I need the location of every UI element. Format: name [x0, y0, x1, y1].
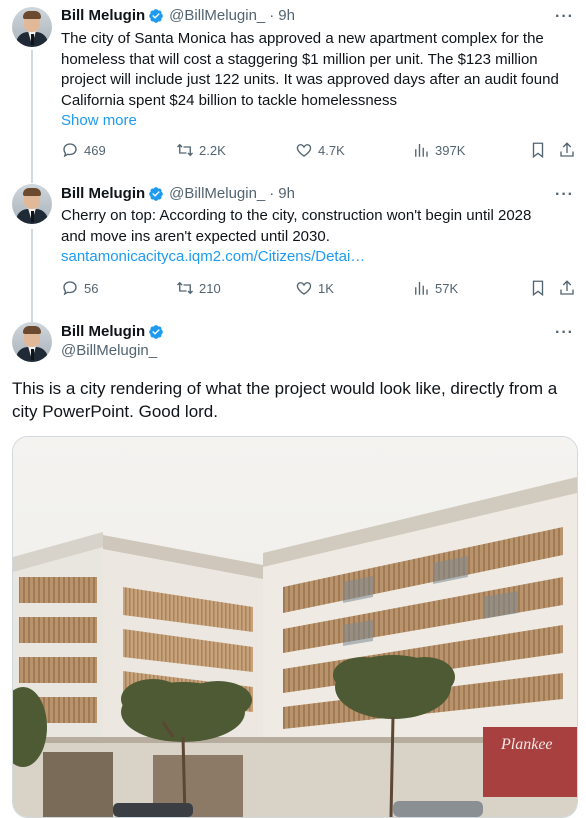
author-handle[interactable]: @BillMelugin_ — [169, 185, 265, 202]
view-count: 57K — [435, 280, 459, 296]
bookmark-icon — [532, 280, 544, 297]
timestamp[interactable]: 9h — [278, 7, 295, 24]
heart-icon — [296, 282, 312, 295]
verified-badge-icon — [149, 8, 164, 23]
author-name[interactable]: Bill Melugin — [61, 7, 145, 24]
tweet-text-line: Cherry on top: According to the city, co… — [61, 207, 532, 224]
reply-button[interactable]: 56 — [61, 279, 98, 297]
like-button[interactable]: 4.7K — [295, 141, 345, 159]
tweet-text-line: The city of Santa Monica has approved a … — [61, 30, 544, 47]
share-icon — [560, 280, 574, 295]
tweet-text-line: This is a city rendering of what the pro… — [12, 379, 558, 398]
storefront-sign: Plankee — [500, 736, 553, 753]
author-name[interactable]: Bill Melugin — [61, 323, 145, 340]
separator-dot: · — [269, 7, 275, 24]
like-count: 1K — [318, 280, 334, 296]
repost-count: 2.2K — [199, 142, 226, 158]
tweet-actions: 56 210 1K 57K — [61, 279, 576, 301]
bookmark-button[interactable] — [529, 279, 552, 297]
reply-count: 469 — [84, 142, 106, 158]
views-button[interactable]: 57K — [412, 279, 458, 297]
thread-line — [31, 50, 33, 175]
avatar[interactable] — [12, 322, 52, 362]
bookmark-button[interactable] — [529, 141, 552, 159]
tweet-text-line: project will include just 122 units. It … — [61, 71, 559, 88]
share-icon — [560, 142, 574, 157]
thread-line — [31, 310, 33, 322]
analytics-icon — [415, 282, 428, 295]
author-name[interactable]: Bill Melugin — [61, 185, 145, 202]
author-handle[interactable]: @BillMelugin_ — [169, 7, 265, 24]
tweet-text: This is a city rendering of what the pro… — [12, 377, 582, 423]
views-button[interactable]: 397K — [412, 141, 465, 159]
verified-badge-icon — [149, 186, 164, 201]
more-options-icon[interactable]: ··· — [555, 8, 574, 26]
tweet-text-line: and move ins aren't expected until 2030. — [61, 227, 330, 245]
avatar[interactable] — [12, 7, 52, 47]
reply-icon — [63, 281, 77, 296]
analytics-icon — [415, 144, 428, 157]
tweet-header: Bill Melugin @BillMelugin_ · 9h — [61, 185, 295, 202]
tweet-text: The city of Santa Monica has approved a … — [61, 29, 581, 132]
repost-button[interactable]: 2.2K — [176, 141, 226, 159]
tweet-2[interactable]: Bill Melugin @BillMelugin_ · 9h ··· Cher… — [0, 175, 586, 310]
tweet-header: Bill Melugin @BillMelugin_ — [61, 323, 164, 359]
like-button[interactable]: 1K — [295, 279, 334, 297]
thread-line — [31, 175, 33, 183]
separator-dot: · — [269, 185, 275, 202]
show-more-link[interactable]: Show more — [61, 111, 581, 132]
more-options-icon[interactable]: ··· — [555, 186, 574, 204]
timestamp[interactable]: 9h — [278, 185, 295, 202]
thread-line — [31, 229, 33, 310]
repost-icon — [177, 143, 193, 157]
reply-icon — [63, 143, 77, 158]
repost-icon — [177, 281, 193, 295]
tweet-actions: 469 2.2K 4.7K 397K — [61, 141, 576, 163]
share-button[interactable] — [558, 279, 581, 297]
bookmark-icon — [532, 142, 544, 159]
external-link[interactable]: santamonicacityca.iqm2.com/Citizens/Deta… — [61, 247, 581, 268]
more-options-icon[interactable]: ··· — [555, 324, 574, 342]
tweet-text-line: city PowerPoint. Good lord. — [12, 402, 218, 421]
tweet-text: Cherry on top: According to the city, co… — [61, 206, 581, 268]
tweet-text-line: homeless that will cost a staggering $1 … — [61, 50, 538, 68]
author-handle[interactable]: @BillMelugin_ — [61, 342, 164, 359]
building-rendering-image: Plankee — [13, 437, 577, 817]
view-count: 397K — [435, 142, 466, 158]
tweet-1[interactable]: Bill Melugin @BillMelugin_ · 9h ··· The … — [0, 0, 586, 175]
tweet-header: Bill Melugin @BillMelugin_ · 9h — [61, 7, 295, 24]
like-count: 4.7K — [318, 142, 345, 158]
reply-button[interactable]: 469 — [61, 141, 106, 159]
tweet-text-line: California spent $24 billion to tackle h… — [61, 91, 398, 109]
heart-icon — [296, 144, 312, 157]
reply-count: 56 — [84, 280, 99, 296]
share-button[interactable] — [558, 141, 581, 159]
tweet-image[interactable]: Plankee — [12, 436, 578, 818]
repost-button[interactable]: 210 — [176, 279, 221, 297]
verified-badge-icon — [149, 324, 164, 339]
avatar[interactable] — [12, 184, 52, 224]
repost-count: 210 — [199, 280, 221, 296]
